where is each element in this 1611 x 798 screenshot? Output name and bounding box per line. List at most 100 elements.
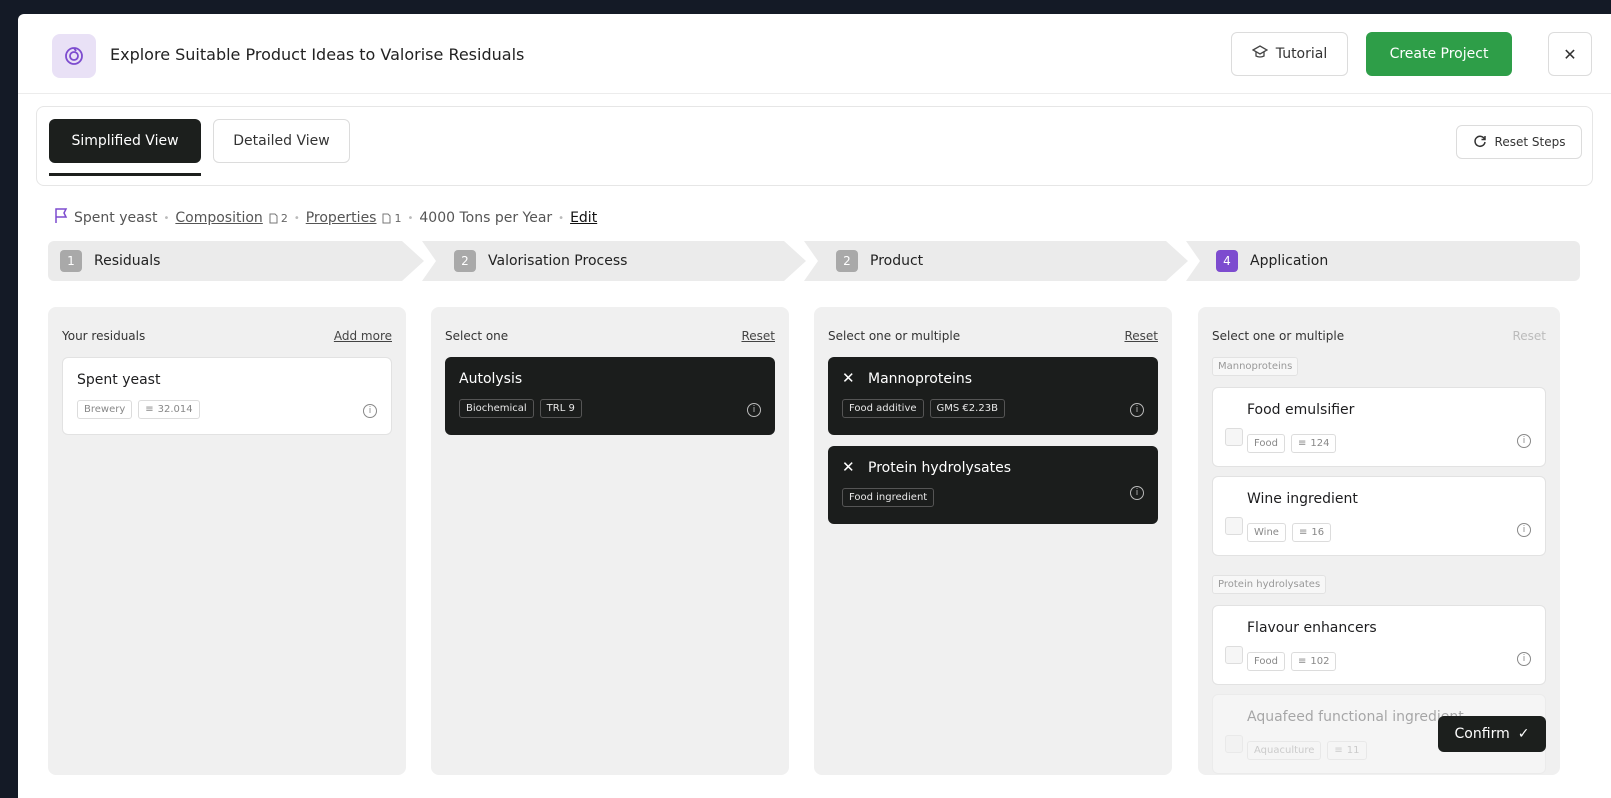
edit-link[interactable]: Edit bbox=[570, 210, 597, 226]
list-icon: ≡ bbox=[1334, 745, 1343, 756]
tag-count: ≡ 102 bbox=[1290, 652, 1337, 671]
card-tags: Brewery ≡ 32.014 bbox=[77, 400, 200, 419]
column-header: Your residuals Add more bbox=[62, 329, 392, 343]
document-icon bbox=[269, 213, 278, 223]
column-header: Select one Reset bbox=[445, 329, 775, 343]
list-icon: ≡ bbox=[145, 404, 154, 415]
modal: Explore Suitable Product Ideas to Valori… bbox=[18, 14, 1611, 798]
checkbox[interactable] bbox=[1225, 646, 1243, 664]
close-button[interactable]: ✕ bbox=[1548, 32, 1592, 76]
tab-simplified-view[interactable]: Simplified View bbox=[49, 119, 201, 163]
product-column: Select one or multiple Reset ✕ Mannoprot… bbox=[814, 307, 1172, 775]
tutorial-button[interactable]: Tutorial bbox=[1231, 32, 1348, 76]
card-tags: Aquaculture ≡ 11 bbox=[1247, 741, 1367, 760]
graduation-cap-icon bbox=[1251, 45, 1269, 63]
step-label: Product bbox=[870, 253, 924, 269]
step-progress: 1 Residuals 2 Valorisation Process 2 Pro… bbox=[48, 241, 1580, 285]
properties-count: 1 bbox=[382, 212, 401, 225]
step-application[interactable]: 4 Application bbox=[1186, 241, 1580, 281]
list-icon: ≡ bbox=[1297, 438, 1307, 449]
create-project-button[interactable]: Create Project bbox=[1366, 32, 1512, 76]
tab-detailed-view[interactable]: Detailed View bbox=[213, 119, 350, 163]
tutorial-label: Tutorial bbox=[1275, 46, 1328, 62]
process-column: Select one Reset Autolysis Biochemical T… bbox=[431, 307, 789, 775]
process-card-selected[interactable]: Autolysis Biochemical TRL 9 i bbox=[445, 357, 775, 435]
info-icon[interactable]: i bbox=[1130, 403, 1144, 417]
step-label: Application bbox=[1250, 253, 1329, 269]
list-icon: ≡ bbox=[1298, 527, 1308, 538]
deselect-x-icon[interactable]: ✕ bbox=[842, 369, 855, 387]
card-title: Aquafeed functional ingredient bbox=[1247, 709, 1464, 725]
list-icon: ≡ bbox=[1297, 656, 1307, 667]
group-label: Protein hydrolysates bbox=[1212, 575, 1327, 594]
product-card-selected[interactable]: ✕ Protein hydrolysates Food ingredient i bbox=[828, 446, 1158, 524]
reset-link[interactable]: Reset bbox=[1512, 329, 1546, 343]
breadcrumb-volume: 4000 Tons per Year bbox=[419, 210, 553, 226]
product-card-selected[interactable]: ✕ Mannoproteins Food additive GMS €2.23B… bbox=[828, 357, 1158, 435]
application-card[interactable]: Food emulsifier Food ≡ 124 i bbox=[1212, 387, 1546, 467]
tag-category: Food ingredient bbox=[842, 488, 935, 507]
reset-steps-label: Reset Steps bbox=[1494, 135, 1566, 149]
app-logo-icon bbox=[52, 34, 96, 78]
tag-count: ≡ 124 bbox=[1290, 434, 1337, 453]
step-residuals[interactable]: 1 Residuals bbox=[48, 241, 424, 281]
card-title: Autolysis bbox=[459, 371, 523, 387]
tag-sector: Food bbox=[1247, 652, 1285, 671]
step-number: 2 bbox=[454, 250, 476, 272]
close-icon: ✕ bbox=[1563, 44, 1577, 64]
step-label: Valorisation Process bbox=[488, 253, 628, 269]
properties-link[interactable]: Properties bbox=[306, 210, 377, 226]
document-icon bbox=[382, 213, 391, 223]
tag-count: ≡ 11 bbox=[1327, 741, 1367, 760]
tag-market-size: GMS €2.23B bbox=[929, 399, 1005, 418]
step-number: 4 bbox=[1216, 250, 1238, 272]
checkbox[interactable] bbox=[1225, 735, 1243, 753]
application-column: Select one or multiple Reset Mannoprotei… bbox=[1198, 307, 1560, 775]
add-more-link[interactable]: Add more bbox=[334, 329, 392, 343]
card-title: Flavour enhancers bbox=[1247, 620, 1377, 636]
step-number: 1 bbox=[60, 250, 82, 272]
residuals-column: Your residuals Add more Spent yeast Brew… bbox=[48, 307, 406, 775]
step-product[interactable]: 2 Product bbox=[804, 241, 1188, 281]
card-title: Wine ingredient bbox=[1247, 491, 1358, 507]
step-valorisation-process[interactable]: 2 Valorisation Process bbox=[422, 241, 806, 281]
step-number: 2 bbox=[836, 250, 858, 272]
application-card[interactable]: Flavour enhancers Food ≡ 102 i bbox=[1212, 605, 1546, 685]
step-label: Residuals bbox=[94, 253, 161, 269]
card-tags: Biochemical TRL 9 bbox=[459, 399, 582, 418]
tag-trl: TRL 9 bbox=[539, 399, 582, 418]
checkmark-icon: ✓ bbox=[1517, 726, 1530, 742]
confirm-button[interactable]: Confirm ✓ bbox=[1438, 716, 1546, 752]
deselect-x-icon[interactable]: ✕ bbox=[842, 458, 855, 476]
info-icon[interactable]: i bbox=[1517, 523, 1531, 537]
info-icon[interactable]: i bbox=[1517, 652, 1531, 666]
tag-type: Biochemical bbox=[459, 399, 534, 418]
composition-link[interactable]: Composition bbox=[175, 210, 262, 226]
info-icon[interactable]: i bbox=[363, 404, 377, 418]
page-title: Explore Suitable Product Ideas to Valori… bbox=[110, 45, 525, 64]
separator-dot-icon: • bbox=[293, 212, 300, 224]
card-tags: Food additive GMS €2.23B bbox=[842, 399, 1005, 418]
reset-link[interactable]: Reset bbox=[1124, 329, 1158, 343]
separator-dot-icon: • bbox=[407, 212, 414, 224]
tag-count: ≡ 32.014 bbox=[138, 400, 200, 419]
card-tags: Food ≡ 124 bbox=[1247, 434, 1337, 453]
tag-sector: Aquaculture bbox=[1247, 741, 1322, 760]
info-icon[interactable]: i bbox=[1517, 434, 1531, 448]
tag-count: ≡ 16 bbox=[1291, 523, 1332, 542]
residual-card[interactable]: Spent yeast Brewery ≡ 32.014 i bbox=[62, 357, 392, 435]
card-title: Food emulsifier bbox=[1247, 402, 1355, 418]
info-icon[interactable]: i bbox=[1130, 486, 1144, 500]
checkbox[interactable] bbox=[1225, 517, 1243, 535]
reset-steps-button[interactable]: Reset Steps bbox=[1456, 125, 1582, 159]
card-title: Protein hydrolysates bbox=[868, 460, 1012, 476]
separator-dot-icon: • bbox=[163, 212, 170, 224]
info-icon[interactable]: i bbox=[747, 403, 761, 417]
reset-link[interactable]: Reset bbox=[741, 329, 775, 343]
column-header: Select one or multiple Reset bbox=[828, 329, 1158, 343]
application-card[interactable]: Wine ingredient Wine ≡ 16 i bbox=[1212, 476, 1546, 556]
card-title: Mannoproteins bbox=[868, 371, 973, 387]
column-heading: Your residuals bbox=[62, 329, 146, 343]
checkbox[interactable] bbox=[1225, 428, 1243, 446]
tag-category: Food additive bbox=[842, 399, 924, 418]
